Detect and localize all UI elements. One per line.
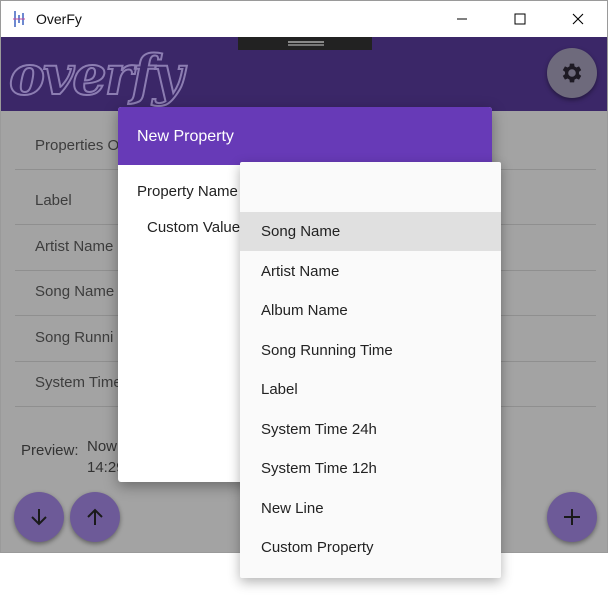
gear-icon: [562, 63, 582, 83]
property-row-text: Song Name: [35, 283, 115, 300]
dialog-header: New Property: [118, 107, 492, 165]
title-bar: OverFy: [1, 1, 607, 37]
dropdown-option-label: Song Running Time: [261, 342, 393, 359]
app-icon: [13, 11, 25, 27]
dropdown-option-artist-name[interactable]: Artist Name: [240, 252, 501, 291]
dropdown-option-system-time-12h[interactable]: System Time 12h: [240, 449, 501, 488]
maximize-button[interactable]: [491, 1, 549, 37]
custom-value-label: Custom Value: [147, 219, 241, 236]
dropdown-option-label: New Line: [261, 500, 324, 517]
maximize-icon: [514, 13, 526, 25]
close-icon: [572, 13, 584, 25]
dialog-title: New Property: [137, 128, 234, 145]
minimize-button[interactable]: [433, 1, 491, 37]
settings-button[interactable]: [547, 48, 597, 98]
property-row-text: System Time: [35, 374, 122, 391]
app-header: overfy: [1, 37, 607, 111]
properties-header-label: Properties O: [35, 137, 120, 154]
property-row-text: Label: [35, 192, 72, 209]
dropdown-option-album-name[interactable]: Album Name: [240, 291, 501, 330]
minimize-icon: [457, 18, 467, 20]
dropdown-option-label: Album Name: [261, 302, 348, 319]
dropdown-option-label: Artist Name: [261, 263, 340, 280]
dropdown-option-label: Label: [261, 381, 298, 398]
dropdown-option-song-name[interactable]: Song Name: [240, 212, 501, 251]
plus-icon: [564, 509, 580, 525]
dropdown-option-label: System Time 12h: [261, 460, 377, 477]
drag-handle[interactable]: [238, 37, 372, 50]
dropdown-option-song-running-time[interactable]: Song Running Time: [240, 331, 501, 370]
dropdown-option-label[interactable]: Label: [240, 370, 501, 409]
preview-label: Preview:: [21, 442, 79, 459]
property-row-text: Artist Name: [35, 238, 114, 255]
property-row-text: Song Runni: [35, 329, 114, 346]
dropdown-option-custom-property[interactable]: Custom Property: [240, 528, 501, 567]
close-button[interactable]: [549, 1, 607, 37]
dropdown-option-label: Song Name: [261, 223, 341, 240]
app-logo: overfy: [8, 42, 185, 108]
property-name-dropdown: Song Name Artist Name Album Name Song Ru…: [240, 162, 501, 578]
window-title: OverFy: [36, 11, 82, 27]
handle-grip: [288, 41, 324, 43]
move-down-button[interactable]: [14, 492, 64, 542]
dropdown-option-new-line[interactable]: New Line: [240, 489, 501, 528]
dropdown-option-empty[interactable]: [240, 172, 501, 211]
arrow-down-icon: [31, 509, 47, 526]
property-name-label: Property Name: [137, 183, 238, 200]
arrow-up-icon: [87, 508, 103, 525]
add-property-button[interactable]: [547, 492, 597, 542]
move-up-button[interactable]: [70, 492, 120, 542]
dropdown-option-label: Custom Property: [261, 539, 374, 556]
dropdown-option-label: System Time 24h: [261, 421, 377, 438]
dropdown-option-system-time-24h[interactable]: System Time 24h: [240, 410, 501, 449]
